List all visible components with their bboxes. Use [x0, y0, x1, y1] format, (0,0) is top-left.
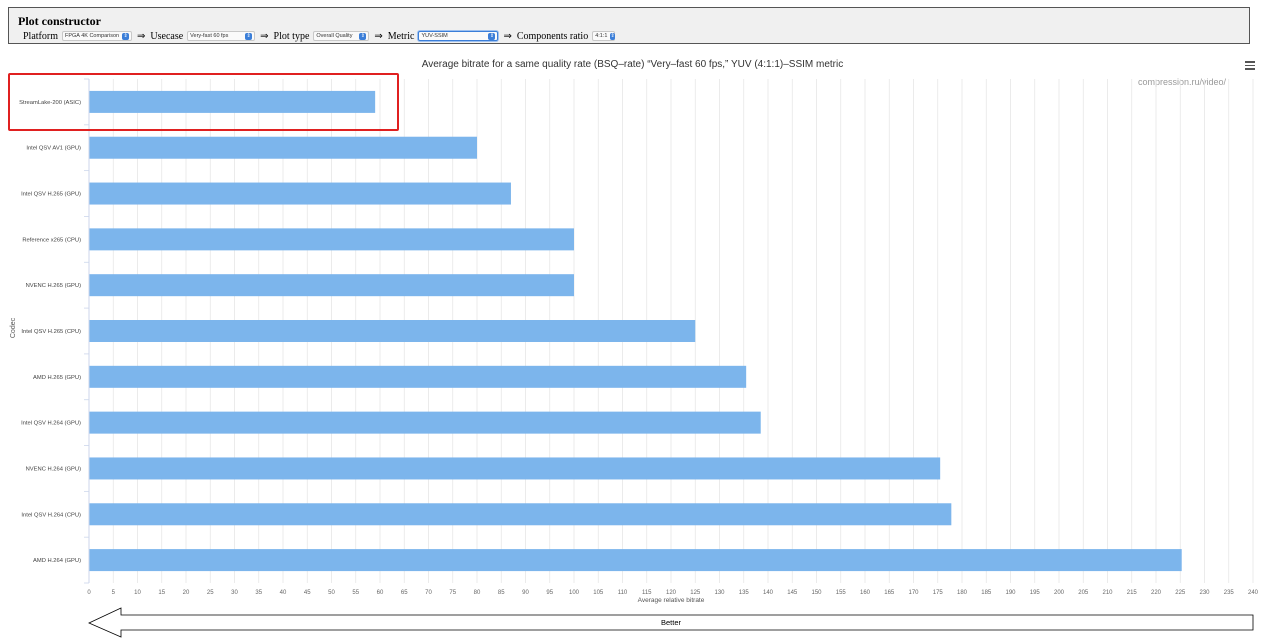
bar[interactable] — [89, 320, 696, 342]
x-tick-label: 75 — [449, 590, 456, 596]
x-tick-label: 165 — [884, 590, 895, 596]
y-tick-label: AMD H.264 (GPU) — [33, 558, 81, 564]
x-tick-label: 105 — [593, 590, 604, 596]
x-tick-label: 25 — [207, 590, 214, 596]
x-tick-label: 240 — [1248, 590, 1259, 596]
y-tick-label: NVENC H.265 (GPU) — [26, 283, 81, 289]
x-tick-label: 45 — [304, 590, 311, 596]
x-tick-label: 15 — [158, 590, 165, 596]
y-tick-label: Intel QSV AV1 (GPU) — [26, 146, 81, 152]
x-tick-label: 130 — [714, 590, 725, 596]
x-tick-label: 190 — [1005, 590, 1016, 596]
x-tick-label: 175 — [933, 590, 944, 596]
x-tick-label: 30 — [231, 590, 238, 596]
x-tick-label: 200 — [1054, 590, 1065, 596]
x-tick-label: 160 — [860, 590, 871, 596]
x-tick-label: 55 — [352, 590, 359, 596]
x-tick-label: 215 — [1127, 590, 1138, 596]
x-tick-label: 210 — [1102, 590, 1113, 596]
x-tick-label: 20 — [183, 590, 190, 596]
x-tick-label: 50 — [328, 590, 335, 596]
bar[interactable] — [89, 549, 1182, 572]
y-tick-label: AMD H.265 (GPU) — [33, 375, 81, 381]
x-tick-label: 135 — [739, 590, 750, 596]
x-tick-label: 220 — [1151, 590, 1162, 596]
y-tick-label: NVENC H.264 (GPU) — [26, 466, 81, 472]
x-tick-label: 65 — [401, 590, 408, 596]
y-tick-label: Reference x265 (CPU) — [22, 237, 81, 243]
bar[interactable] — [89, 365, 747, 388]
x-tick-label: 5 — [112, 590, 116, 596]
x-tick-label: 40 — [280, 590, 287, 596]
x-tick-label: 90 — [522, 590, 529, 596]
x-tick-label: 140 — [763, 590, 774, 596]
y-axis-title: Codec — [10, 317, 17, 338]
x-tick-label: 85 — [498, 590, 505, 596]
x-tick-label: 235 — [1224, 590, 1235, 596]
x-tick-label: 70 — [425, 590, 432, 596]
bar[interactable] — [89, 503, 952, 526]
x-tick-label: 0 — [87, 590, 91, 596]
x-tick-labels: 0 5 10 15 20 25 30 35 40 45 50 55 60 65 70 75 80 85 90 95 10… — [87, 590, 1258, 596]
x-tick-label: 80 — [474, 590, 481, 596]
bars — [89, 90, 1182, 572]
x-tick-label: 95 — [546, 590, 553, 596]
x-tick-label: 60 — [377, 590, 384, 596]
highlight-box — [8, 73, 399, 131]
x-tick-label: 110 — [618, 590, 628, 596]
y-tick-label: Intel QSV H.264 (GPU) — [21, 421, 81, 427]
bar[interactable] — [89, 228, 574, 251]
x-tick-label: 120 — [666, 590, 677, 596]
x-tick-label: 180 — [957, 590, 968, 596]
x-axis-title: Average relative bitrate — [638, 597, 705, 604]
x-tick-label: 125 — [690, 590, 701, 596]
x-tick-label: 115 — [642, 590, 652, 596]
x-tick-label: 150 — [811, 590, 822, 596]
x-tick-label: 100 — [569, 590, 580, 596]
x-tick-label: 35 — [255, 590, 262, 596]
bar[interactable] — [89, 457, 941, 480]
bar[interactable] — [89, 136, 477, 159]
bar[interactable] — [89, 182, 511, 205]
y-tick-label: Intel QSV H.264 (CPU) — [21, 512, 81, 518]
x-tick-label: 185 — [981, 590, 992, 596]
x-tick-label: 205 — [1078, 590, 1089, 596]
y-tick-label: Intel QSV H.265 (GPU) — [21, 192, 81, 198]
better-arrow-label: Better — [661, 618, 682, 627]
y-tick-label: Intel QSV H.265 (CPU) — [21, 329, 81, 335]
x-tick-label: 145 — [787, 590, 798, 596]
y-tick-labels: StreamLake-200 (ASIC)Intel QSV AV1 (GPU)… — [19, 100, 81, 564]
bar[interactable] — [89, 411, 761, 434]
x-tick-label: 225 — [1175, 590, 1186, 596]
bar[interactable] — [89, 274, 574, 297]
x-tick-label: 155 — [836, 590, 847, 596]
x-tick-label: 170 — [908, 590, 919, 596]
x-tick-label: 230 — [1199, 590, 1210, 596]
x-tick-label: 10 — [134, 590, 141, 596]
x-tick-label: 195 — [1030, 590, 1041, 596]
